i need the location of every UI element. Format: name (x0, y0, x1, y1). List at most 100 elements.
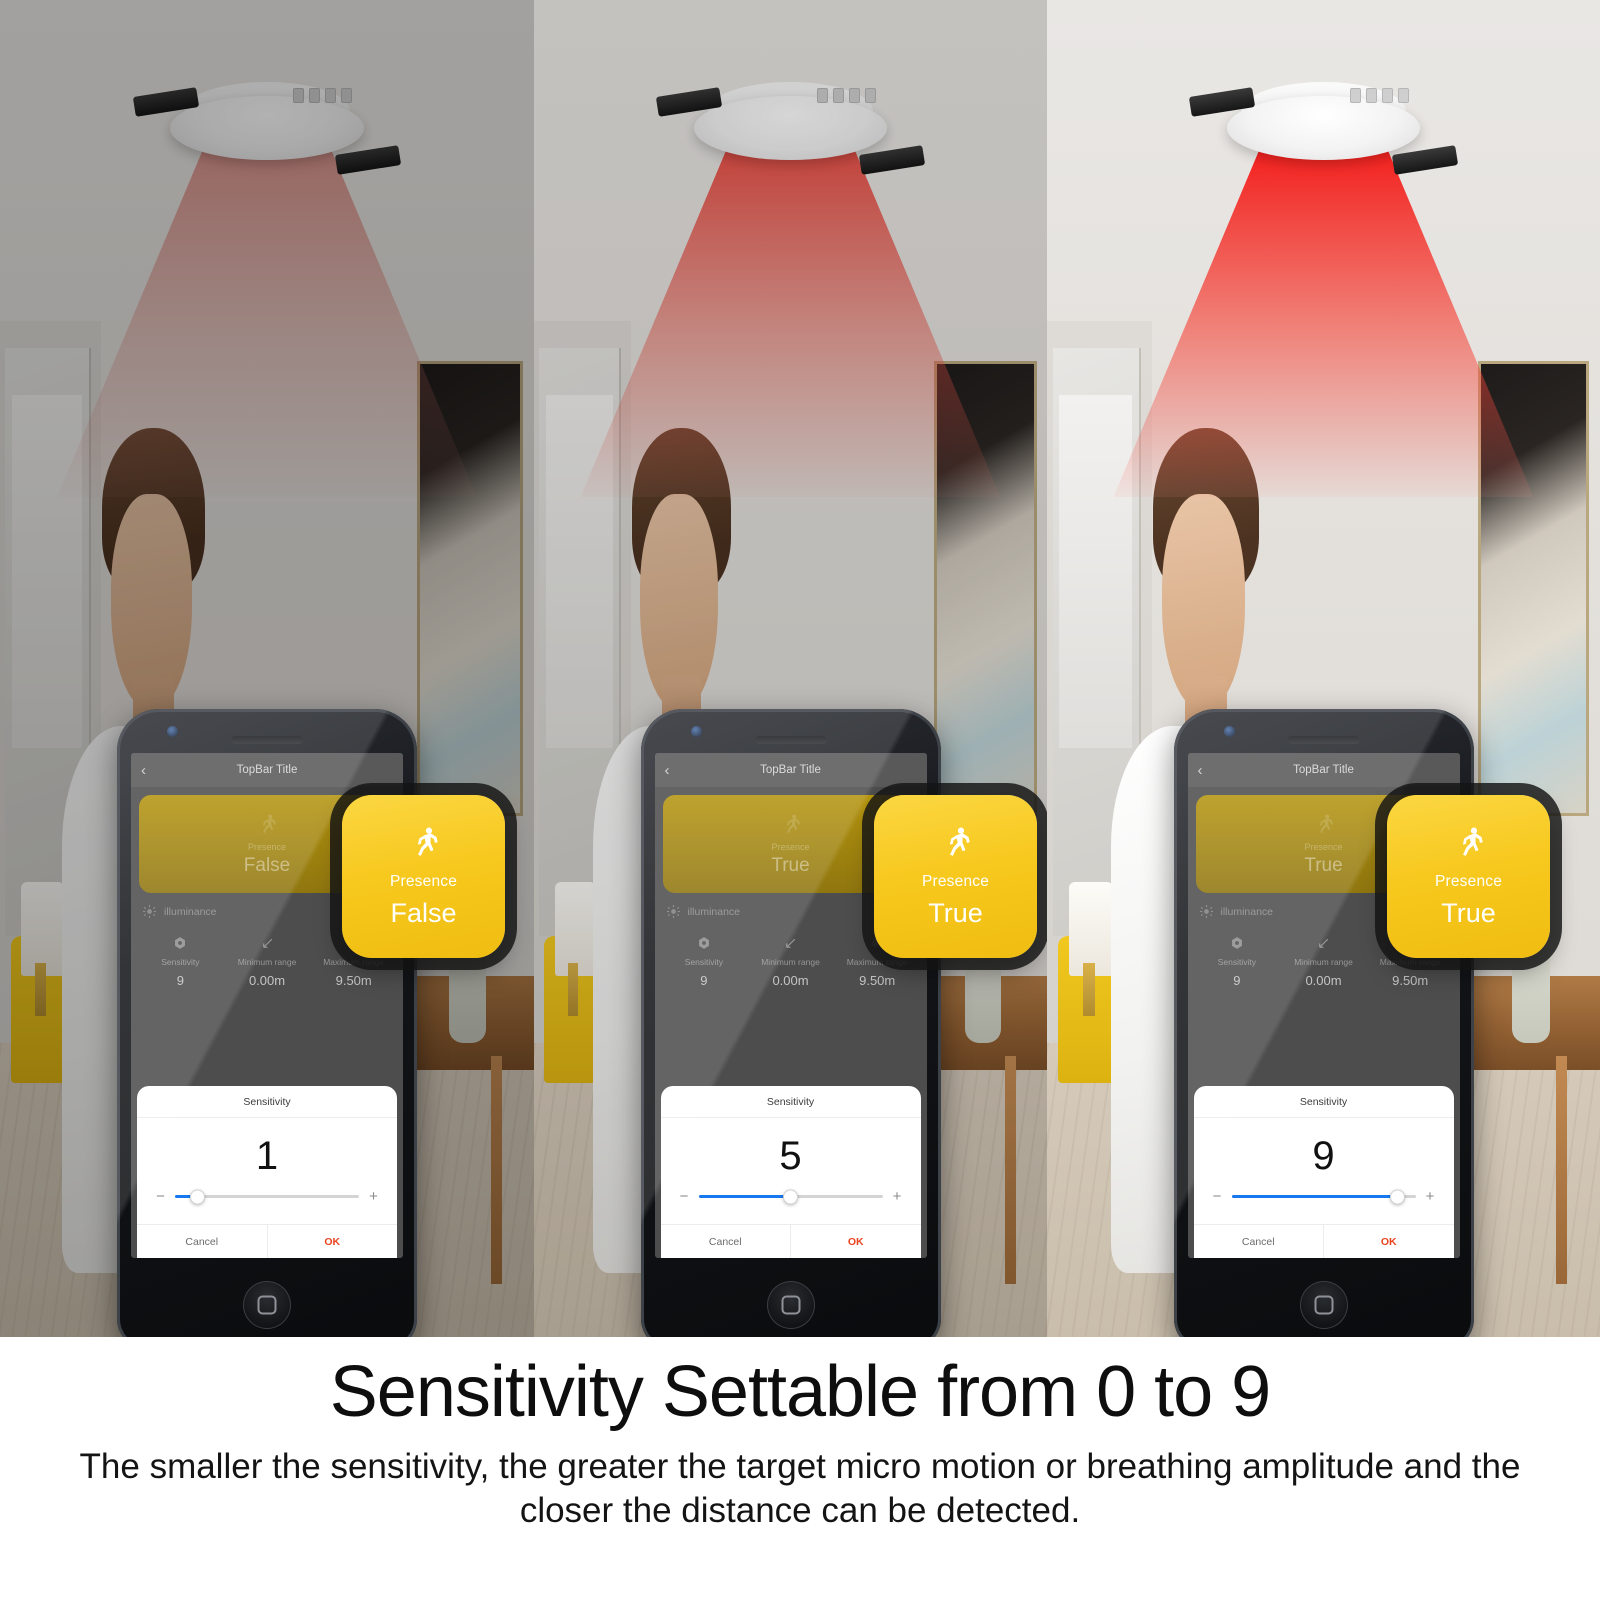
increment-button[interactable]: + (892, 1189, 903, 1204)
panel-high-sensitivity: ‹ TopBar Title Presence True illuminance (1047, 0, 1600, 1337)
panel-strip: ‹ TopBar Title Presence False illuminanc… (0, 0, 1600, 1337)
increment-button[interactable]: + (1425, 1189, 1436, 1204)
dialog-actions: Cancel OK (137, 1224, 397, 1258)
dialog-title: Sensitivity (137, 1086, 397, 1118)
stat-value: 9.50m (859, 972, 896, 988)
callout-label: Presence (389, 873, 458, 890)
running-person-icon (786, 814, 800, 833)
stat-minimum-range[interactable]: Minimum range 0.00m (747, 934, 834, 988)
decrement-button[interactable]: − (155, 1189, 166, 1204)
ok-button[interactable]: OK (1324, 1225, 1454, 1258)
sensitivity-value: 5 (779, 1134, 802, 1178)
headline: Sensitivity Settable from 0 to 9 (329, 1352, 1271, 1432)
stat-label: Minimum range (1294, 957, 1353, 967)
front-camera-icon (167, 726, 178, 737)
slider-thumb[interactable] (189, 1189, 205, 1204)
earpiece-speaker-icon (1287, 736, 1360, 744)
target-icon (175, 937, 186, 949)
target-icon (698, 937, 709, 949)
cancel-button[interactable]: Cancel (661, 1225, 791, 1258)
presence-label: Presence (1304, 841, 1343, 852)
sun-icon (1199, 905, 1213, 918)
sensitivity-slider-row[interactable]: − + (137, 1189, 397, 1224)
target-icon (1231, 937, 1242, 949)
sensitivity-dialog: Sensitivity 9 − + Cancel OK (1193, 1086, 1454, 1258)
decrement-button[interactable]: − (679, 1189, 690, 1204)
illuminance-label: illuminance (164, 905, 217, 918)
stat-sensitivity[interactable]: Sensitivity 9 (137, 934, 224, 988)
stat-value: 9.50m (1392, 972, 1429, 988)
chevron-left-icon[interactable]: ‹ (665, 762, 683, 779)
ok-button[interactable]: OK (268, 1225, 398, 1258)
sensitivity-dialog: Sensitivity 1 − + Cancel OK (137, 1086, 397, 1258)
cancel-button[interactable]: Cancel (1194, 1225, 1324, 1258)
app-topbar: ‹ TopBar Title (654, 753, 927, 787)
dialog-title: Sensitivity (1193, 1086, 1454, 1118)
min-range-icon (786, 938, 796, 948)
stat-value: 9 (1233, 972, 1241, 988)
stat-value: 0.00m (248, 972, 286, 988)
stat-sensitivity[interactable]: Sensitivity 9 (1194, 934, 1281, 988)
dialog-actions: Cancel OK (660, 1224, 921, 1258)
sensitivity-dialog: Sensitivity 5 − + Cancel OK (660, 1086, 921, 1258)
sensitivity-value: 9 (1312, 1134, 1335, 1178)
slider-fill (698, 1195, 791, 1198)
home-square-icon (781, 1295, 800, 1315)
sensitivity-slider-row[interactable]: − + (661, 1189, 921, 1224)
slider-track[interactable] (1231, 1189, 1416, 1204)
panel-low-sensitivity: ‹ TopBar Title Presence False illuminanc… (0, 0, 534, 1337)
stat-label: Sensitivity (684, 957, 723, 967)
cancel-button[interactable]: Cancel (137, 1225, 268, 1258)
home-button[interactable] (1299, 1281, 1348, 1329)
slider-fill (1231, 1195, 1398, 1198)
topbar-title: TopBar Title (760, 764, 821, 776)
increment-button[interactable]: + (368, 1189, 379, 1204)
earpiece-speaker-icon (231, 736, 303, 744)
sensitivity-slider-row[interactable]: − + (1194, 1189, 1454, 1224)
presence-value: True (1304, 854, 1343, 876)
callout-value: False (390, 898, 457, 928)
slider-track[interactable] (698, 1189, 883, 1204)
topbar-title: TopBar Title (236, 764, 298, 776)
app-topbar: ‹ TopBar Title (1187, 753, 1460, 787)
slider-thumb[interactable] (1389, 1189, 1405, 1204)
stat-sensitivity[interactable]: Sensitivity 9 (661, 934, 748, 988)
ok-button[interactable]: OK (791, 1225, 921, 1258)
stat-value: 9 (176, 972, 184, 988)
running-person-icon (1462, 827, 1483, 856)
min-range-icon (262, 938, 272, 948)
stat-minimum-range[interactable]: Minimum range 0.00m (224, 934, 311, 988)
stat-value: 0.00m (1305, 972, 1342, 988)
callout-label: Presence (921, 873, 990, 890)
presence-value: True (771, 854, 810, 876)
stat-label: Maximum range (846, 957, 908, 967)
home-button[interactable] (243, 1281, 291, 1329)
slider-track[interactable] (175, 1189, 359, 1204)
callout-value: True (1441, 898, 1496, 928)
stat-value: 9 (700, 972, 708, 988)
stat-value: 0.00m (772, 972, 809, 988)
app-topbar: ‹ TopBar Title (131, 753, 403, 787)
home-button[interactable] (766, 1281, 815, 1329)
home-square-icon (257, 1295, 277, 1315)
illuminance-label: illuminance (687, 905, 741, 918)
presence-label: Presence (247, 841, 287, 852)
panel-mid-sensitivity: ‹ TopBar Title Presence True illuminance (534, 0, 1047, 1337)
chevron-left-icon[interactable]: ‹ (141, 762, 159, 779)
earpiece-speaker-icon (754, 736, 827, 744)
dialog-actions: Cancel OK (1193, 1224, 1454, 1258)
topbar-title: TopBar Title (1293, 764, 1354, 776)
stat-minimum-range[interactable]: Minimum range 0.00m (1280, 934, 1367, 988)
min-range-icon (1319, 938, 1329, 948)
presence-callout-badge: Presence False (342, 795, 505, 958)
callout-label: Presence (1434, 873, 1503, 890)
stat-value: 9.50m (335, 972, 372, 988)
chevron-left-icon[interactable]: ‹ (1198, 762, 1216, 779)
stat-label: Sensitivity (161, 957, 200, 967)
sun-icon (666, 905, 680, 918)
dialog-title: Sensitivity (660, 1086, 921, 1118)
subline: The smaller the sensitivity, the greater… (79, 1446, 1521, 1531)
stat-label: Maximum range (1379, 957, 1441, 967)
slider-thumb[interactable] (783, 1189, 798, 1204)
decrement-button[interactable]: − (1212, 1189, 1223, 1204)
